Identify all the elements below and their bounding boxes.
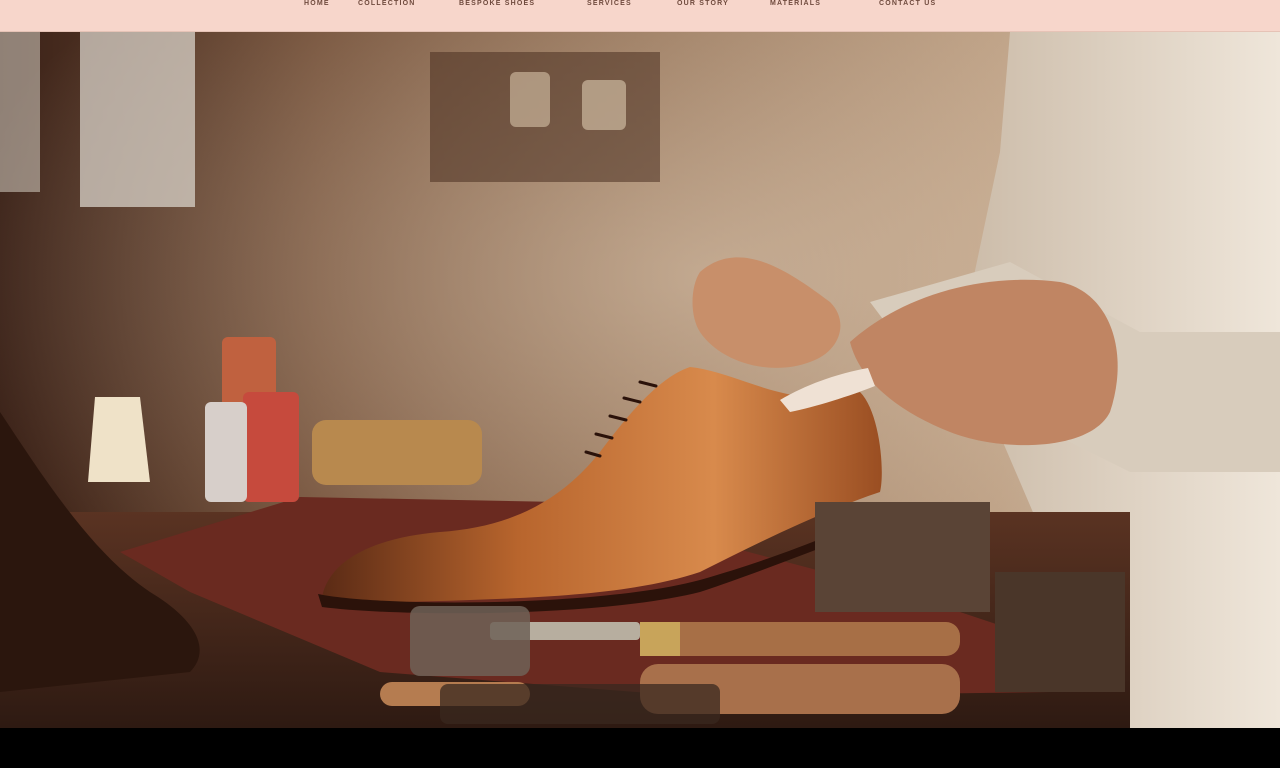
window-left xyxy=(0,32,40,192)
tool-dark xyxy=(440,684,720,724)
nav-link-materials[interactable]: Materials xyxy=(770,0,821,7)
jar xyxy=(582,80,626,130)
thread-cone xyxy=(88,397,150,482)
wooden-block-2 xyxy=(995,572,1125,692)
jar xyxy=(510,72,550,127)
ferrule xyxy=(640,622,680,656)
thread-spool-white xyxy=(205,402,247,502)
nav-link-home[interactable]: Home xyxy=(304,0,330,7)
knife-handle xyxy=(640,622,960,656)
nav-link-our-story[interactable]: Our Story xyxy=(677,0,729,7)
wooden-block xyxy=(815,502,990,612)
tool xyxy=(410,606,530,676)
thread-spool-red xyxy=(243,392,299,502)
window xyxy=(80,32,195,207)
top-navigation: Home Collection Bespoke Shoes Services O… xyxy=(0,0,1280,32)
bottom-bar xyxy=(0,728,1280,768)
nav-link-collection[interactable]: Collection xyxy=(358,0,416,7)
nav-link-bespoke-shoes[interactable]: Bespoke Shoes xyxy=(459,0,535,7)
nav-link-contact-us[interactable]: Contact Us xyxy=(879,0,936,7)
hero-illustration xyxy=(0,32,1280,728)
page: Home Collection Bespoke Shoes Services O… xyxy=(0,0,1280,768)
hero-image xyxy=(0,32,1280,728)
brush xyxy=(312,420,482,485)
nav-link-services[interactable]: Services xyxy=(587,0,632,7)
